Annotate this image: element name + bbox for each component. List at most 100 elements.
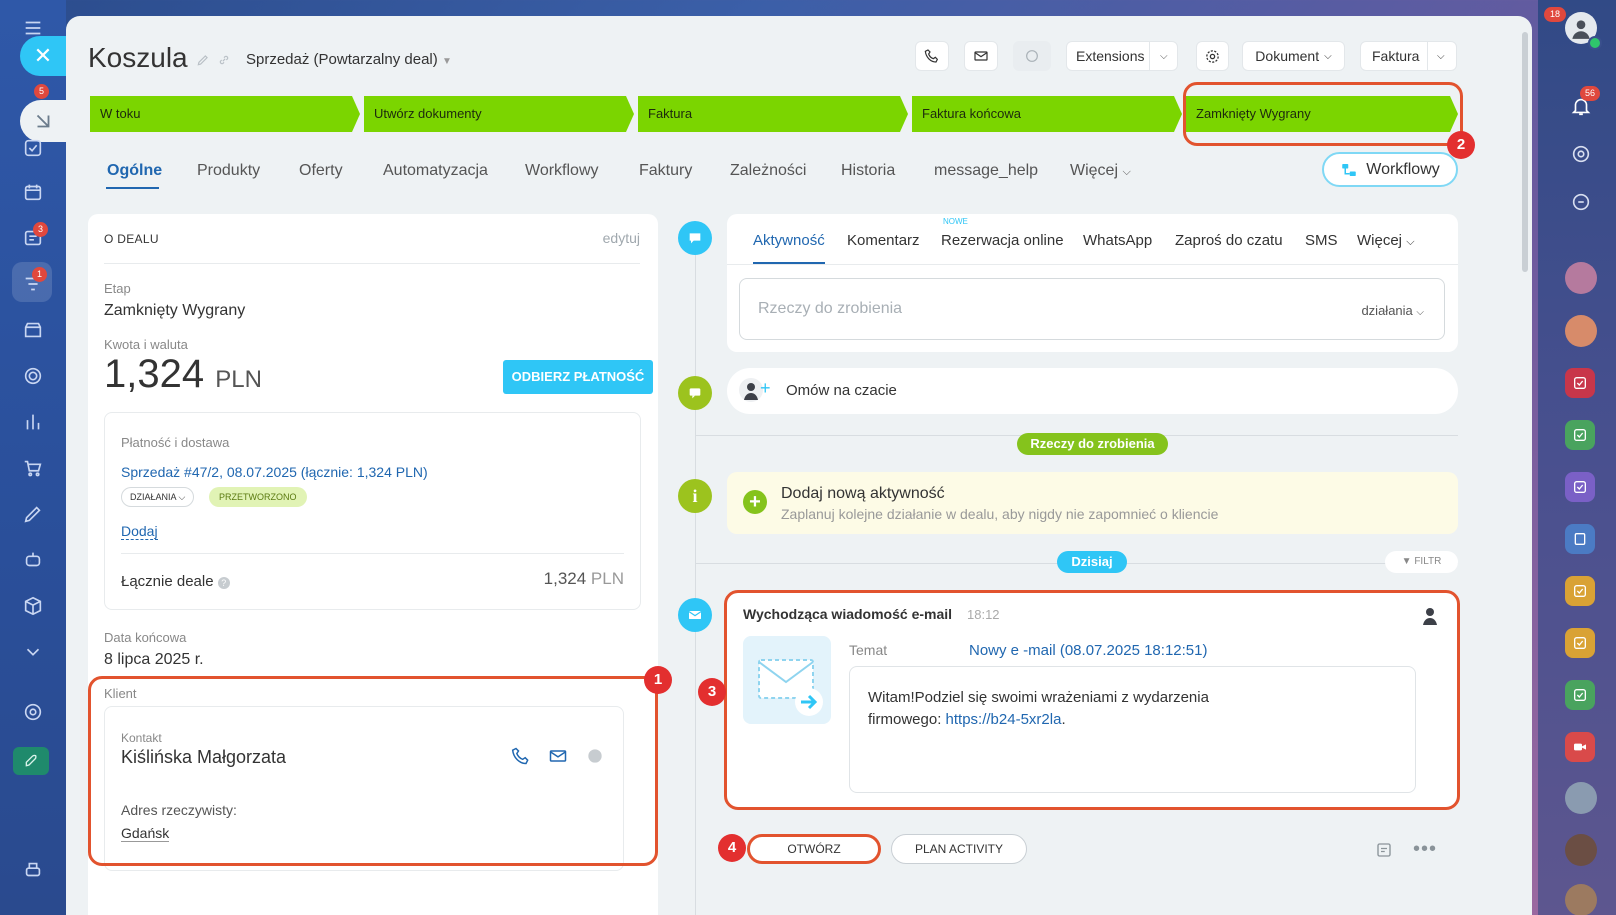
task-chat-icon[interactable] xyxy=(1565,628,1595,658)
tab-produkty[interactable]: Produkty xyxy=(197,162,260,180)
chat-button[interactable] xyxy=(1013,41,1051,71)
left-sidebar: ✕ 5 3 1 xyxy=(0,0,66,915)
add-activity-card[interactable]: + Dodaj nową aktywność Zaplanuj kolejne … xyxy=(727,472,1458,534)
divider xyxy=(121,553,624,554)
page-title: Koszula xyxy=(88,42,188,73)
filter-button[interactable]: ▼ FILTR xyxy=(1385,551,1458,573)
add-activity-desc: Zaplanuj kolejne działanie w dealu, aby … xyxy=(781,506,1219,522)
divider xyxy=(104,263,640,264)
tab-historia[interactable]: Historia xyxy=(841,162,895,180)
composer-tab-sms[interactable]: SMS xyxy=(1305,232,1338,249)
plus-icon[interactable]: + xyxy=(743,490,767,514)
tab-zaleznosci[interactable]: Zależności xyxy=(730,162,806,180)
stage-utworz-dokumenty[interactable]: Utwórz dokumenty xyxy=(364,96,634,132)
robot-icon[interactable] xyxy=(19,546,47,574)
task-chat-icon[interactable] xyxy=(1565,472,1595,502)
task-chat-icon[interactable] xyxy=(1565,368,1595,398)
chevron-down-icon: ⌵ xyxy=(1160,50,1168,62)
todo-actions-dropdown[interactable]: działania ⌵ xyxy=(1361,303,1424,318)
settings-button[interactable] xyxy=(1196,41,1229,71)
left-count-badge: 3 xyxy=(33,222,48,237)
tab-wiecej[interactable]: Więcej ⌵ xyxy=(1070,162,1131,180)
composer-tab-invite-chat[interactable]: Zaproś do czatu xyxy=(1175,232,1283,249)
discuss-chat-bar[interactable]: + Omów na czacie xyxy=(727,368,1458,414)
task-chat-icon[interactable] xyxy=(1565,680,1595,710)
composer-tab-booking[interactable]: Rezerwacja online xyxy=(941,232,1064,249)
chevron-down-icon: ⌵ xyxy=(1122,166,1131,178)
timeline-line xyxy=(695,254,696,915)
printer-icon[interactable] xyxy=(19,856,47,884)
stage-w-toku[interactable]: W toku xyxy=(90,96,360,132)
composer-tab-comment[interactable]: Komentarz xyxy=(847,232,920,249)
extensions-button[interactable]: Extensions ⌵ xyxy=(1066,41,1178,71)
tab-message-help[interactable]: message_help xyxy=(934,162,1038,180)
tab-automatyzacja[interactable]: Automatyzacja xyxy=(383,162,488,180)
left-count-badge: 1 xyxy=(32,267,47,282)
payment-link[interactable]: Sprzedaż #47/2, 08.07.2025 (łącznie: 1,3… xyxy=(121,464,428,480)
tab-ogolne[interactable]: Ogólne xyxy=(107,162,162,180)
workflows-button[interactable]: Workflowy xyxy=(1322,152,1458,187)
edit-pencil-icon[interactable] xyxy=(196,53,210,67)
extensions-label: Extensions xyxy=(1076,48,1145,64)
actions-tag[interactable]: DZIAŁANIA ⌵ xyxy=(121,487,195,507)
payment-delivery-box: Płatność i dostawa Sprzedaż #47/2, 08.07… xyxy=(104,412,641,610)
call-button[interactable] xyxy=(915,41,949,71)
document-button[interactable]: Dokument ⌵ xyxy=(1242,41,1345,71)
contact-avatar[interactable] xyxy=(1565,884,1597,915)
tab-workflowy[interactable]: Workflowy xyxy=(525,162,599,180)
tab-faktury[interactable]: Faktury xyxy=(639,162,692,180)
discuss-chat-label: Omów na czacie xyxy=(786,382,897,399)
target-icon[interactable] xyxy=(1565,138,1597,170)
sign-icon[interactable] xyxy=(19,500,47,528)
email-button[interactable] xyxy=(964,41,998,71)
stage-faktura-koncowa[interactable]: Faktura końcowa xyxy=(912,96,1182,132)
document-label: Dokument xyxy=(1255,48,1320,64)
amount-currency: PLN xyxy=(215,366,262,393)
close-slider-button[interactable]: ✕ xyxy=(20,36,66,76)
target-icon[interactable] xyxy=(19,362,47,390)
contact-avatar[interactable] xyxy=(1565,834,1597,866)
task-chat-icon[interactable] xyxy=(1565,576,1595,606)
composer-tab-more[interactable]: Więcej ⌵ xyxy=(1357,232,1415,249)
plan-activity-button[interactable]: PLAN ACTIVITY xyxy=(891,834,1027,864)
tab-oferty[interactable]: Oferty xyxy=(299,162,343,180)
help-icon[interactable]: ? xyxy=(217,577,230,589)
more-options-icon[interactable]: ••• xyxy=(1413,838,1437,861)
note-icon[interactable] xyxy=(1375,841,1393,859)
end-date-label: Data końcowa xyxy=(104,630,187,645)
todo-input[interactable]: Rzeczy do zrobienia działania ⌵ xyxy=(739,278,1445,340)
box-icon[interactable] xyxy=(19,592,47,620)
contact-avatar[interactable] xyxy=(1565,782,1597,814)
chevron-down-icon[interactable] xyxy=(19,638,47,666)
invoice-button[interactable]: Faktura ⌵ xyxy=(1360,41,1457,71)
chat-sync-icon[interactable] xyxy=(1565,186,1597,218)
today-pill: Dzisiaj xyxy=(1057,551,1127,573)
calendar-icon[interactable] xyxy=(19,178,47,206)
receive-payment-button[interactable]: ODBIERZ PŁATNOŚĆ xyxy=(503,360,653,394)
pipeline-selector[interactable]: Sprzedaż (Powtarzalny deal) ▼ xyxy=(246,51,452,68)
scrollbar[interactable] xyxy=(1522,32,1528,272)
add-participant-icon[interactable]: + xyxy=(760,379,771,397)
rocket-button[interactable] xyxy=(13,747,49,775)
task-chat-icon[interactable] xyxy=(1565,420,1595,450)
open-email-button[interactable]: OTWÓRZ xyxy=(747,834,881,864)
add-payment-link[interactable]: Dodaj xyxy=(121,523,158,540)
link-icon[interactable] xyxy=(217,53,231,67)
stage-label: Etap xyxy=(104,281,131,296)
document-chat-icon[interactable] xyxy=(1565,524,1595,554)
settings-gear-icon[interactable] xyxy=(19,698,47,726)
contact-avatar[interactable] xyxy=(1565,315,1597,347)
contact-avatar[interactable] xyxy=(1565,262,1597,294)
edit-link[interactable]: edytuj xyxy=(603,230,640,246)
collapse-arrow-icon xyxy=(36,114,50,128)
stage-faktura[interactable]: Faktura xyxy=(638,96,908,132)
composer-tab-whatsapp[interactable]: WhatsApp xyxy=(1083,232,1152,249)
composer-tab-activity[interactable]: Aktywność xyxy=(753,232,825,249)
composer-tab-more-label: Więcej xyxy=(1357,232,1403,249)
cart-icon[interactable] xyxy=(19,454,47,482)
video-call-icon[interactable] xyxy=(1565,732,1595,762)
analytics-icon[interactable] xyxy=(19,408,47,436)
amount-number: 1,324 xyxy=(104,352,205,396)
tasks-icon[interactable] xyxy=(19,134,47,162)
store-icon[interactable] xyxy=(19,316,47,344)
